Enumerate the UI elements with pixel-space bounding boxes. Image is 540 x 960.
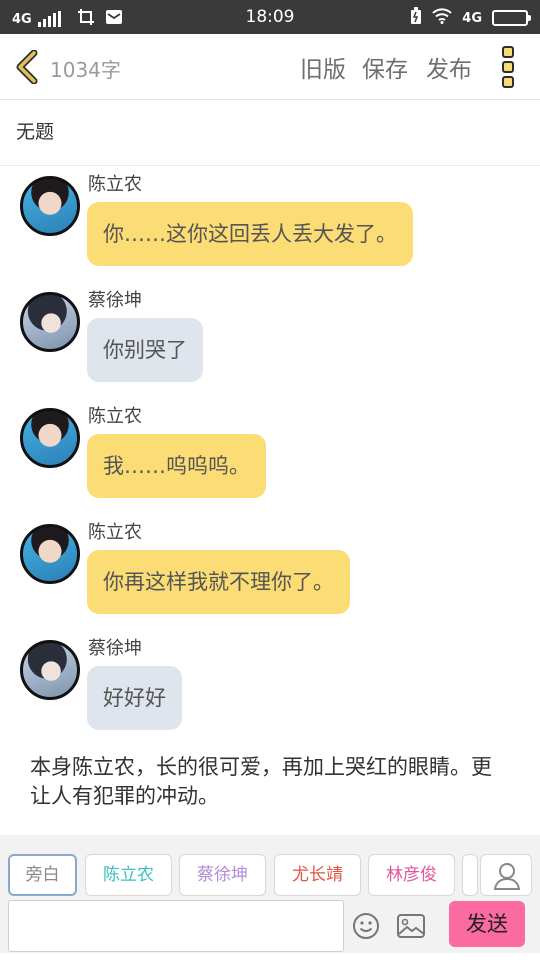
document-title[interactable]: 无题 bbox=[16, 117, 54, 144]
composer-panel: 旁白 陈立农 蔡徐坤 尤长靖 林彦俊 发送 bbox=[0, 835, 540, 953]
message-bubble[interactable]: 好好好 bbox=[87, 666, 182, 730]
role-partial[interactable] bbox=[462, 854, 478, 896]
narration-text[interactable]: 本身陈立农，长的很可爱，再加上哭红的眼睛。更让人有犯罪的冲动。 bbox=[30, 753, 510, 811]
user-icon bbox=[493, 863, 521, 890]
role-lin-yanjun[interactable]: 林彦俊 bbox=[368, 854, 455, 896]
network-type-right: 4G bbox=[462, 10, 482, 26]
back-chevron-icon[interactable] bbox=[14, 49, 40, 85]
emoji-icon[interactable] bbox=[352, 912, 380, 940]
message-bubble[interactable]: 你……这你这回丢人丢大发了。 bbox=[87, 202, 413, 266]
word-count: 1034字 bbox=[50, 58, 121, 82]
avatar[interactable] bbox=[20, 524, 80, 584]
sender-name: 陈立农 bbox=[88, 174, 142, 195]
message-bubble[interactable]: 你别哭了 bbox=[87, 318, 203, 382]
message-input[interactable] bbox=[8, 900, 344, 952]
publish-button[interactable]: 发布 bbox=[426, 50, 472, 84]
avatar[interactable] bbox=[20, 640, 80, 700]
old-version-button[interactable]: 旧版 bbox=[300, 50, 346, 84]
sender-name: 陈立农 bbox=[88, 406, 142, 427]
title-bar[interactable]: 无题 bbox=[0, 100, 540, 166]
role-chen-linong[interactable]: 陈立农 bbox=[85, 854, 172, 896]
sender-name: 蔡徐坤 bbox=[88, 638, 142, 659]
avatar[interactable] bbox=[20, 292, 80, 352]
top-toolbar: 1034字 旧版 保存 发布 bbox=[0, 34, 540, 100]
avatar[interactable] bbox=[20, 408, 80, 468]
image-icon[interactable] bbox=[397, 914, 425, 938]
battery-saver-icon bbox=[410, 7, 422, 29]
sender-name: 蔡徐坤 bbox=[88, 290, 142, 311]
role-narrator[interactable]: 旁白 bbox=[8, 854, 77, 896]
save-button[interactable]: 保存 bbox=[362, 50, 408, 84]
wifi-icon bbox=[432, 8, 452, 28]
message-bubble[interactable]: 我……呜呜呜。 bbox=[87, 434, 266, 498]
status-bar: 4G 18:09 4G bbox=[0, 0, 540, 34]
role-you-zhangjing[interactable]: 尤长靖 bbox=[274, 854, 361, 896]
add-role-button[interactable] bbox=[480, 854, 532, 896]
battery-icon bbox=[492, 10, 531, 26]
message-bubble[interactable]: 你再这样我就不理你了。 bbox=[87, 550, 350, 614]
send-button[interactable]: 发送 bbox=[449, 901, 525, 947]
more-menu-icon[interactable] bbox=[502, 46, 516, 88]
status-right: 4G bbox=[410, 7, 531, 29]
avatar[interactable] bbox=[20, 176, 80, 236]
role-cai-xukun[interactable]: 蔡徐坤 bbox=[179, 854, 266, 896]
sender-name: 陈立农 bbox=[88, 522, 142, 543]
